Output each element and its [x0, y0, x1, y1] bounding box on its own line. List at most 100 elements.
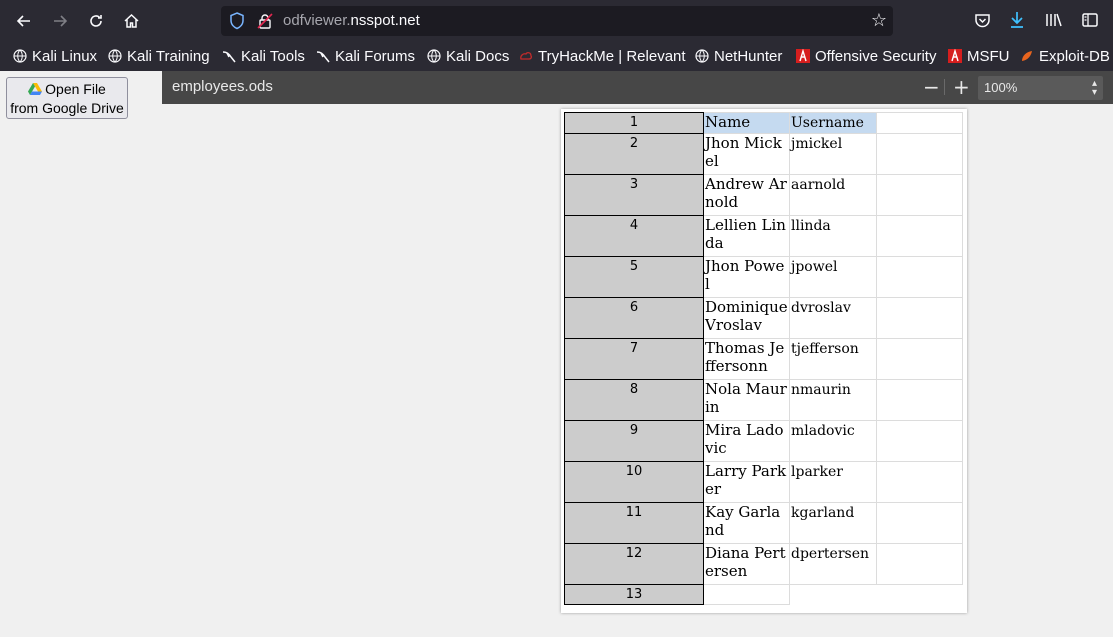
table-row: 1 Name Username — [564, 112, 963, 134]
bookmark-label: TryHackMe | Relevant — [538, 47, 686, 65]
bookmark-label: Kali Tools — [241, 47, 305, 65]
column-header-username[interactable]: Username — [789, 112, 877, 134]
row-header: 1 — [564, 112, 704, 134]
page-content: Open File from Google Drive employees.od… — [0, 71, 1113, 637]
offsec-icon — [948, 49, 962, 63]
bookmark-kali-forums[interactable]: Kali Forums — [316, 46, 415, 66]
empty-cell — [877, 585, 963, 605]
table-row: 13 — [564, 584, 963, 605]
name-cell[interactable]: Dominique Vroslav — [703, 297, 790, 339]
empty-cell[interactable] — [703, 584, 790, 605]
open-from-google-drive-button[interactable]: Open File from Google Drive — [6, 77, 128, 119]
table-row: 2 Jhon Mickel jmickel — [564, 133, 963, 175]
downloads-icon[interactable] — [1006, 9, 1028, 31]
zoom-divider — [944, 79, 945, 95]
username-cell[interactable]: kgarland — [789, 502, 877, 544]
bookmark-kali-linux[interactable]: Kali Linux — [13, 46, 97, 66]
zoom-level-value: 100% — [984, 80, 1018, 95]
table-row: 11 Kay Garland kgarland — [564, 502, 963, 544]
zoom-in-button[interactable]: + — [953, 75, 970, 99]
username-cell[interactable]: llinda — [789, 215, 877, 257]
name-cell[interactable]: Jhon Powel — [703, 256, 790, 298]
address-bar[interactable]: odfviewer.nsspot.net ☆ — [221, 6, 893, 36]
kali-dragon-icon — [316, 51, 330, 63]
document-filename: employees.ods — [172, 78, 273, 95]
empty-cell[interactable] — [876, 379, 963, 421]
table-row: 5 Jhon Powel jpowel — [564, 256, 963, 298]
bookmark-label: Offensive Security — [815, 47, 937, 65]
bookmark-msfu[interactable]: MSFU — [948, 46, 1010, 66]
bookmark-offensive-security[interactable]: Offensive Security — [796, 46, 936, 66]
bookmark-tryhackme[interactable]: TryHackMe | Relevant — [519, 46, 686, 66]
username-cell[interactable]: nmaurin — [789, 379, 877, 421]
bookmark-label: Kali Docs — [446, 47, 510, 65]
name-cell[interactable]: Lellien Linda — [703, 215, 790, 257]
empty-cell[interactable] — [876, 543, 963, 585]
library-icon[interactable] — [1043, 9, 1065, 31]
kali-dragon-icon — [222, 51, 236, 63]
row-header: 5 — [564, 256, 704, 298]
row-header: 13 — [564, 584, 704, 605]
table-row: 9 Mira Ladovic mladovic — [564, 420, 963, 462]
zoom-out-button[interactable]: − — [923, 75, 940, 99]
forward-arrow-icon[interactable] — [47, 8, 73, 34]
username-cell[interactable]: dvroslav — [789, 297, 877, 339]
pocket-icon[interactable] — [971, 9, 993, 31]
bookmark-label: MSFU — [967, 47, 1010, 65]
row-header: 11 — [564, 502, 704, 544]
empty-cell[interactable] — [876, 297, 963, 339]
browser-toolbar: odfviewer.nsspot.net ☆ — [0, 0, 1113, 41]
empty-cell[interactable] — [876, 461, 963, 503]
bookmark-kali-training[interactable]: Kali Training — [108, 46, 210, 66]
table-row: 8 Nola Maurin nmaurin — [564, 379, 963, 421]
empty-cell[interactable] — [876, 420, 963, 462]
home-icon[interactable] — [118, 8, 144, 34]
name-cell[interactable]: Kay Garland — [703, 502, 790, 544]
name-cell[interactable]: Jhon Mickel — [703, 133, 790, 175]
table-row: 10 Larry Parker lparker — [564, 461, 963, 503]
bookmark-exploit-db[interactable]: Exploit-DB — [1020, 46, 1110, 66]
bookmark-kali-tools[interactable]: Kali Tools — [222, 46, 305, 66]
empty-cell — [790, 585, 877, 605]
insecure-lock-icon[interactable] — [257, 13, 273, 29]
row-header: 10 — [564, 461, 704, 503]
table-row: 12 Diana Pertersen dpertersen — [564, 543, 963, 585]
row-header: 2 — [564, 133, 704, 175]
bookmark-star-icon[interactable]: ☆ — [871, 10, 887, 31]
username-cell[interactable]: mladovic — [789, 420, 877, 462]
username-cell[interactable]: aarnold — [789, 174, 877, 216]
empty-cell[interactable] — [876, 338, 963, 380]
name-cell[interactable]: Mira Ladovic — [703, 420, 790, 462]
name-cell[interactable]: Andrew Arnold — [703, 174, 790, 216]
username-cell[interactable]: lparker — [789, 461, 877, 503]
bookmark-label: Kali Forums — [335, 47, 416, 65]
zoom-level-select[interactable]: 100% ▴ ▾ — [978, 76, 1103, 100]
username-cell[interactable]: tjefferson — [789, 338, 877, 380]
tracking-protection-shield-icon[interactable] — [229, 12, 245, 30]
username-cell[interactable]: dpertersen — [789, 543, 877, 585]
reload-icon[interactable] — [83, 8, 109, 34]
bookmark-kali-docs[interactable]: Kali Docs — [427, 46, 509, 66]
empty-cell[interactable] — [876, 133, 963, 175]
back-arrow-icon[interactable] — [11, 8, 37, 34]
globe-icon — [13, 49, 27, 63]
tryhackme-icon — [520, 52, 533, 60]
name-cell[interactable]: Nola Maurin — [703, 379, 790, 421]
empty-cell[interactable] — [876, 215, 963, 257]
empty-cell[interactable] — [876, 502, 963, 544]
empty-cell[interactable] — [876, 174, 963, 216]
username-cell[interactable]: jmickel — [789, 133, 877, 175]
table-row: 6 Dominique Vroslav dvroslav — [564, 297, 963, 339]
globe-icon — [108, 49, 122, 63]
name-cell[interactable]: Diana Pertersen — [703, 543, 790, 585]
username-cell[interactable]: jpowel — [789, 256, 877, 298]
row-header: 6 — [564, 297, 704, 339]
name-cell[interactable]: Thomas Jeffersonn — [703, 338, 790, 380]
empty-cell[interactable] — [876, 112, 963, 134]
sidebar-icon[interactable] — [1079, 9, 1101, 31]
bookmark-nethunter[interactable]: NetHunter — [695, 46, 782, 66]
column-header-name[interactable]: Name — [703, 112, 790, 134]
empty-cell[interactable] — [876, 256, 963, 298]
name-cell[interactable]: Larry Parker — [703, 461, 790, 503]
row-header: 9 — [564, 420, 704, 462]
